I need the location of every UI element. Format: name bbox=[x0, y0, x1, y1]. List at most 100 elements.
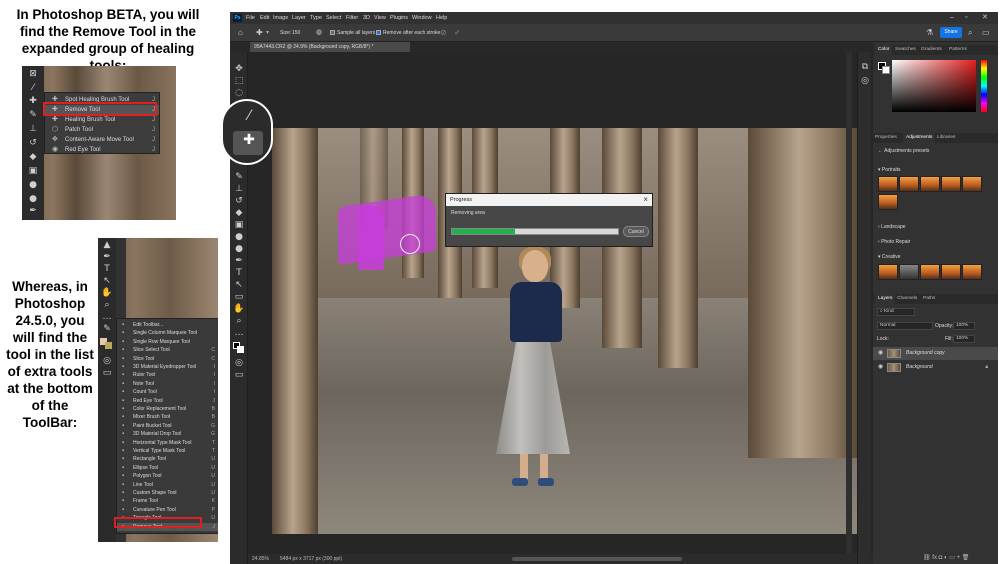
flyout-item[interactable]: ◉ Red Eye Tool J bbox=[45, 145, 159, 155]
menu-edit[interactable]: Edit bbox=[260, 12, 269, 24]
menu-view[interactable]: View bbox=[374, 12, 386, 24]
search-icon[interactable]: ⌕ bbox=[968, 24, 972, 42]
eyedropper-icon[interactable]: ⁄ bbox=[27, 83, 39, 93]
pen-icon[interactable]: ✒ bbox=[101, 252, 113, 262]
preset-thumbnail[interactable] bbox=[962, 264, 982, 280]
menu-help[interactable]: Help bbox=[436, 12, 447, 24]
mask-icon[interactable]: ◘ bbox=[939, 555, 943, 561]
preset-thumbnail[interactable] bbox=[920, 176, 940, 192]
eraser-tool-icon[interactable]: ◆ bbox=[233, 208, 245, 218]
zoom-icon[interactable]: ⌕ bbox=[101, 300, 113, 310]
zoom-level[interactable]: 24.85% bbox=[252, 554, 269, 564]
extra-tool-item[interactable]: ▪ Count Tool I bbox=[117, 388, 218, 396]
adjustment-icon[interactable]: ◐ bbox=[944, 555, 948, 561]
fx-icon[interactable]: fx bbox=[932, 555, 937, 561]
layer-row-background-copy[interactable]: ◉ Background copy bbox=[873, 347, 998, 360]
eraser-icon[interactable]: ◆ bbox=[27, 152, 39, 162]
extra-tool-item[interactable]: ▪ Polygon Tool U bbox=[117, 472, 218, 480]
edit-toolbar-icon[interactable]: ✎ bbox=[101, 324, 113, 334]
extra-tool-item[interactable]: ▪ Ellipse Tool U bbox=[117, 464, 218, 472]
menu-type[interactable]: Type bbox=[310, 12, 322, 24]
color-picker-field[interactable] bbox=[892, 60, 976, 112]
preset-thumbnail[interactable] bbox=[899, 264, 919, 280]
move-tool-icon[interactable]: ✥ bbox=[233, 64, 245, 74]
hand-tool-icon[interactable]: ✋ bbox=[233, 304, 245, 314]
preset-thumbnail[interactable] bbox=[878, 176, 898, 192]
hue-slider[interactable] bbox=[981, 60, 987, 112]
preset-thumbnail[interactable] bbox=[899, 176, 919, 192]
tab-gradients[interactable]: Gradients bbox=[921, 45, 942, 55]
quick-mask-icon[interactable]: ◎ bbox=[233, 358, 245, 368]
tab-swatches[interactable]: Swatches bbox=[895, 45, 916, 55]
opacity-input[interactable]: 100% bbox=[953, 322, 975, 330]
flyout-item[interactable]: ✥ Content-Aware Move Tool J bbox=[45, 135, 159, 145]
extra-tool-item[interactable]: ▪ Slice Tool C bbox=[117, 355, 218, 363]
background-swatch[interactable] bbox=[105, 342, 112, 349]
history-brush-icon[interactable]: ↺ bbox=[233, 196, 245, 206]
extra-tool-item[interactable]: ▪ Frame Tool K bbox=[117, 497, 218, 505]
tab-paths[interactable]: Paths bbox=[923, 294, 935, 304]
hand-icon[interactable]: ✋ bbox=[101, 288, 113, 298]
vertical-scrollbar[interactable] bbox=[846, 52, 852, 554]
extra-tool-item[interactable]: ▪ Vertical Type Mask Tool T bbox=[117, 447, 218, 455]
libraries-panel-icon[interactable]: ◎ bbox=[859, 76, 871, 86]
extra-tool-item[interactable]: ▪ Ruler Tool I bbox=[117, 371, 218, 379]
brush-tool-icon[interactable]: ✎ bbox=[233, 172, 245, 182]
menu-3d[interactable]: 3D bbox=[363, 12, 370, 24]
tab-properties[interactable]: Properties bbox=[875, 133, 897, 143]
menu-image[interactable]: Image bbox=[273, 12, 288, 24]
extra-tool-item[interactable]: ▪ Curvature Pen Tool P bbox=[117, 506, 218, 514]
layer-row-background[interactable]: ◉ Background 🔒︎ bbox=[873, 361, 998, 374]
flyout-item[interactable]: ✚ Healing Brush Tool J bbox=[45, 115, 159, 125]
pressure-icon[interactable]: ◍ bbox=[316, 24, 322, 42]
quick-mask-icon[interactable]: ◎ bbox=[101, 356, 113, 366]
flask-icon[interactable]: ⚗ bbox=[926, 24, 933, 42]
path-select-icon[interactable]: ↖ bbox=[233, 280, 245, 290]
pen-tool-icon[interactable]: ✒ bbox=[233, 256, 245, 266]
history-brush-icon[interactable]: ↺ bbox=[27, 138, 39, 148]
blur-tool-icon[interactable]: ● bbox=[233, 232, 245, 242]
visibility-eye-icon[interactable]: ◉ bbox=[878, 361, 883, 374]
group-landscape[interactable]: › Landscape bbox=[878, 224, 906, 230]
stamp-tool-icon[interactable]: ⊥ bbox=[233, 184, 245, 194]
more-tools-icon[interactable]: … bbox=[101, 312, 113, 322]
extra-tool-item[interactable]: ▪ 3D Material Eyedropper Tool I bbox=[117, 363, 218, 371]
horizontal-scrollbar[interactable] bbox=[512, 557, 682, 561]
extra-tool-item[interactable]: ▪ Red Eye Tool J bbox=[117, 397, 218, 405]
menu-file[interactable]: File bbox=[246, 12, 255, 24]
healing-brush-icon[interactable]: ✚ bbox=[27, 96, 39, 106]
extra-tool-item[interactable]: ▪ Color Replacement Tool B bbox=[117, 405, 218, 413]
extra-tool-item[interactable]: ▪ Edit Toolbar... bbox=[117, 321, 218, 329]
stamp-icon[interactable]: ⊥ bbox=[27, 124, 39, 134]
background-color-swatch[interactable] bbox=[237, 346, 244, 353]
dodge-tool-icon[interactable]: ● bbox=[233, 244, 245, 254]
tab-color[interactable]: Color bbox=[875, 45, 893, 55]
path-select-icon[interactable]: ↖ bbox=[101, 276, 113, 286]
extra-tool-item[interactable]: ▪ Note Tool I bbox=[117, 380, 218, 388]
home-icon[interactable]: ⌂ bbox=[238, 24, 243, 42]
brush-icon[interactable]: ✎ bbox=[27, 110, 39, 120]
gradient-tool-icon[interactable]: ▣ bbox=[233, 220, 245, 230]
background-color-swatch[interactable] bbox=[882, 66, 890, 74]
link-icon[interactable]: ⛓ bbox=[923, 555, 931, 561]
preset-thumbnail[interactable] bbox=[920, 264, 940, 280]
pen-icon[interactable]: ✒ bbox=[27, 206, 39, 216]
workspace-icon[interactable]: ▭ bbox=[982, 24, 990, 42]
group-creative[interactable]: ▾ Creative bbox=[878, 254, 901, 260]
remove-tool-icon[interactable]: ✚ bbox=[256, 24, 263, 42]
close-icon[interactable]: ✕ bbox=[982, 12, 988, 24]
crop-icon[interactable]: ⊠ bbox=[27, 69, 39, 79]
extra-tool-item[interactable]: ▪ Slice Select Tool C bbox=[117, 346, 218, 354]
type-tool-icon[interactable]: T bbox=[233, 268, 245, 278]
cancel-stroke-icon[interactable]: ⊘ bbox=[440, 24, 447, 42]
preset-thumbnail[interactable] bbox=[878, 194, 898, 210]
tab-channels[interactable]: Channels bbox=[897, 294, 917, 304]
gradient-icon[interactable]: ▣ bbox=[27, 166, 39, 176]
menu-select[interactable]: Select bbox=[326, 12, 341, 24]
maximize-icon[interactable]: ▫ bbox=[965, 12, 967, 24]
extra-tool-item[interactable]: ▪ 3D Material Drop Tool G bbox=[117, 430, 218, 438]
remove-after-stroke-checkbox[interactable]: Remove after each stroke bbox=[376, 24, 440, 42]
blur-icon[interactable]: ● bbox=[27, 180, 39, 190]
size-input[interactable]: 150 bbox=[292, 24, 300, 42]
shape-tool-icon[interactable]: ▭ bbox=[233, 292, 245, 302]
